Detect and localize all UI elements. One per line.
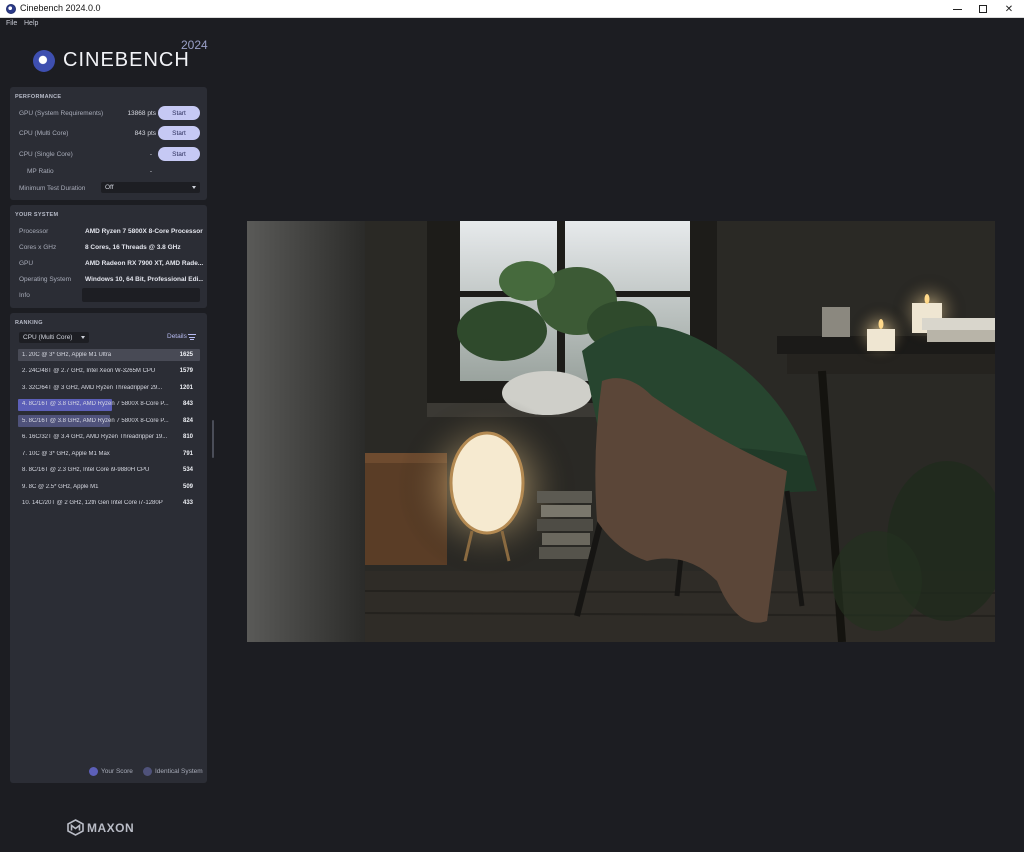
ranking-row[interactable]: 5. 8C/16T @ 3.8 GHz, AMD Ryzen 7 5800X 8… bbox=[18, 414, 200, 431]
logo-text: CINEBENCH bbox=[63, 49, 190, 71]
ranking-row-label: 2. 24C/48T @ 2.7 GHz, Intel Xeon W-3265M… bbox=[22, 368, 156, 374]
ranking-row-score: 843 bbox=[182, 401, 193, 407]
ranking-row[interactable]: 3. 32C/64T @ 3 GHz, AMD Ryzen Threadripp… bbox=[18, 381, 200, 398]
legend-identical-system: Identical System bbox=[143, 767, 203, 776]
render-preview-image bbox=[247, 221, 995, 642]
chevron-down-icon bbox=[192, 186, 196, 189]
ranking-row[interactable]: 2. 24C/48T @ 2.7 GHz, Intel Xeon W-3265M… bbox=[18, 365, 200, 382]
ranking-row[interactable]: 8. 8C/16T @ 2.3 GHz, Intel Core i9-9880H… bbox=[18, 464, 200, 481]
ranking-row-label: 3. 32C/64T @ 3 GHz, AMD Ryzen Threadripp… bbox=[22, 384, 163, 391]
info-label: Info bbox=[19, 292, 30, 299]
info-field[interactable] bbox=[82, 288, 200, 302]
ranking-row[interactable]: 9. 8C @ 2.5* GHz, Apple M1 509 bbox=[18, 480, 200, 497]
cinebench-app-icon bbox=[6, 4, 16, 14]
ranking-row-label: 4. 8C/16T @ 3.8 GHz, AMD Ryzen 7 5800X 8… bbox=[22, 401, 169, 407]
gpu-start-button[interactable]: Start bbox=[158, 106, 200, 120]
ranking-row-score: 1625 bbox=[179, 351, 193, 358]
ranking-row-score: 1201 bbox=[179, 384, 193, 391]
ranking-panel: RANKING CPU (Multi Core) Details 1. 20C … bbox=[10, 313, 207, 783]
cinebench-logo: CINEBENCH 2024 bbox=[33, 38, 213, 78]
ranking-row-label: 6. 16C/32T @ 3.4 GHz, AMD Ryzen Threadri… bbox=[22, 434, 168, 440]
ranking-row-label: 10. 14C/20T @ 2 GHz, 12th Gen Intel Core… bbox=[22, 500, 163, 506]
ranking-row[interactable]: 10. 14C/20T @ 2 GHz, 12th Gen Intel Core… bbox=[18, 497, 200, 514]
legend-your-score-label: Your Score bbox=[101, 768, 133, 776]
ranking-row[interactable]: 7. 10C @ 3* GHz, Apple M1 Max 791 bbox=[18, 447, 200, 464]
panel-splitter-handle[interactable] bbox=[212, 420, 214, 458]
min-test-duration-label: Minimum Test Duration bbox=[19, 185, 86, 192]
mp-ratio-value: - bbox=[149, 168, 152, 175]
ranking-row-label: 9. 8C @ 2.5* GHz, Apple M1 bbox=[22, 483, 99, 490]
minimize-icon bbox=[952, 8, 962, 10]
title-bar: Cinebench 2024.0.0 ✕ bbox=[0, 0, 1024, 18]
ranking-row-score: 1579 bbox=[179, 368, 193, 374]
menu-help[interactable]: Help bbox=[24, 20, 38, 27]
gpu-score: 13868 pts bbox=[127, 110, 156, 117]
ranking-row-score: 810 bbox=[182, 434, 193, 440]
cpu-multi-score: 843 pts bbox=[134, 130, 156, 137]
legend-your-score: Your Score bbox=[89, 767, 133, 776]
ranking-title: RANKING bbox=[15, 320, 43, 326]
ranking-row-label: 5. 8C/16T @ 3.8 GHz, AMD Ryzen 7 5800X 8… bbox=[22, 417, 169, 424]
window-title: Cinebench 2024.0.0 bbox=[20, 3, 101, 13]
maxon-logo-icon bbox=[67, 819, 84, 836]
close-button[interactable]: ✕ bbox=[994, 0, 1024, 18]
details-link[interactable]: Details bbox=[167, 333, 187, 340]
menu-file[interactable]: File bbox=[6, 20, 17, 27]
cores-label: Cores x GHz bbox=[19, 244, 57, 251]
menu-bar: File Help bbox=[0, 18, 1024, 32]
your-score-dot-icon bbox=[89, 767, 98, 776]
os-value: Windows 10, 64 Bit, Professional Edi... bbox=[85, 276, 203, 283]
ranking-row[interactable]: 6. 16C/32T @ 3.4 GHz, AMD Ryzen Threadri… bbox=[18, 431, 200, 448]
ranking-type-value: CPU (Multi Core) bbox=[23, 334, 73, 341]
performance-title: PERFORMANCE bbox=[15, 94, 62, 100]
render-scene bbox=[247, 221, 995, 642]
gpu-info-value: AMD Radeon RX 7900 XT, AMD Rade... bbox=[85, 260, 203, 267]
performance-panel: PERFORMANCE GPU (System Requirements) 13… bbox=[10, 87, 207, 200]
min-test-duration-dropdown[interactable]: Off bbox=[101, 182, 200, 193]
cores-value: 8 Cores, 16 Threads @ 3.8 GHz bbox=[85, 244, 181, 251]
ranking-row-score: 509 bbox=[182, 483, 193, 490]
os-label: Operating System bbox=[19, 276, 72, 283]
cpu-single-start-button[interactable]: Start bbox=[158, 147, 200, 161]
ranking-row-label: 1. 20C @ 3* GHz, Apple M1 Ultra bbox=[22, 351, 112, 358]
mp-ratio-label: MP Ratio bbox=[27, 168, 54, 175]
your-system-title: YOUR SYSTEM bbox=[15, 212, 59, 218]
ranking-row-label: 7. 10C @ 3* GHz, Apple M1 Max bbox=[22, 450, 110, 457]
identical-system-dot-icon bbox=[143, 767, 152, 776]
ranking-type-dropdown[interactable]: CPU (Multi Core) bbox=[19, 332, 89, 343]
processor-value: AMD Ryzen 7 5800X 8-Core Processor bbox=[85, 228, 203, 235]
logo-year: 2024 bbox=[181, 38, 208, 52]
maximize-icon bbox=[979, 5, 987, 13]
legend-identical-system-label: Identical System bbox=[155, 768, 203, 776]
cinebench-logo-icon bbox=[33, 50, 55, 72]
cpu-multi-start-button[interactable]: Start bbox=[158, 126, 200, 140]
ranking-row-score: 824 bbox=[182, 417, 193, 424]
ranking-row-label: 8. 8C/16T @ 2.3 GHz, Intel Core i9-9880H… bbox=[22, 467, 150, 473]
ranking-row-score: 433 bbox=[182, 500, 193, 506]
filter-icon[interactable] bbox=[188, 334, 196, 340]
cpu-single-label: CPU (Single Core) bbox=[19, 151, 73, 158]
min-test-duration-value: Off bbox=[105, 184, 114, 191]
your-system-panel: YOUR SYSTEM Processor AMD Ryzen 7 5800X … bbox=[10, 205, 207, 308]
ranking-list: 1. 20C @ 3* GHz, Apple M1 Ultra 1625 2. 24… bbox=[18, 348, 200, 513]
ranking-row[interactable]: 4. 8C/16T @ 3.8 GHz, AMD Ryzen 7 5800X 8… bbox=[18, 398, 200, 415]
ranking-row-score: 791 bbox=[182, 450, 193, 457]
maxon-text: MAXON bbox=[87, 821, 135, 835]
gpu-info-label: GPU bbox=[19, 260, 34, 267]
gpu-label: GPU (System Requirements) bbox=[19, 110, 104, 117]
cpu-single-score: - bbox=[149, 151, 152, 158]
processor-label: Processor bbox=[19, 228, 49, 235]
cpu-multi-label: CPU (Multi Core) bbox=[19, 130, 69, 137]
ranking-row[interactable]: 1. 20C @ 3* GHz, Apple M1 Ultra 1625 bbox=[18, 348, 200, 365]
ranking-row-score: 534 bbox=[182, 467, 193, 473]
close-icon: ✕ bbox=[1004, 3, 1014, 15]
chevron-down-icon bbox=[81, 336, 85, 339]
